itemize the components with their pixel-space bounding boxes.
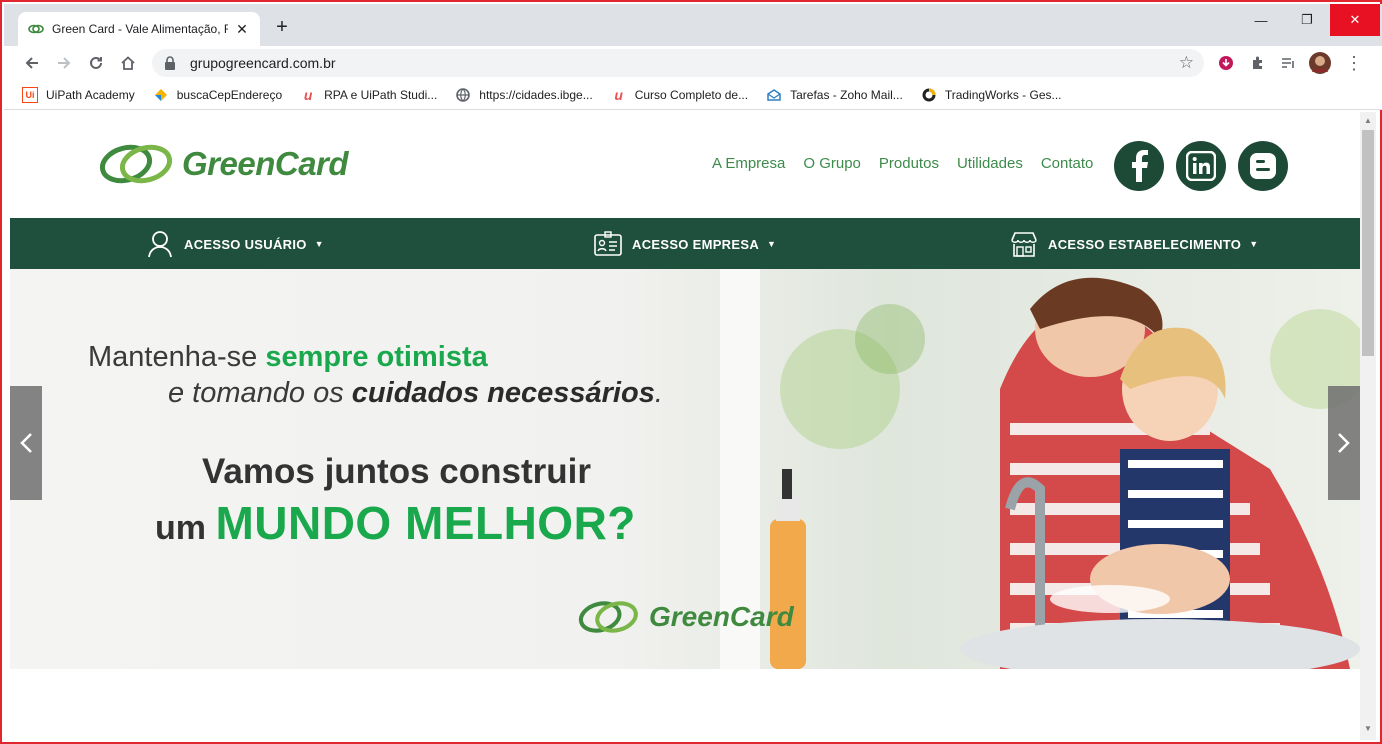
- scroll-thumb[interactable]: [1362, 130, 1374, 356]
- reload-icon[interactable]: [84, 51, 108, 75]
- media-queue-icon[interactable]: [1276, 51, 1300, 75]
- caret-down-icon: ▼: [767, 239, 777, 249]
- browser-toolbar: grupogreencard.com.br ☆ ⋮: [4, 46, 1382, 80]
- browser-window: Green Card - Vale Alimentação, R ✕ + — ❐…: [0, 0, 1382, 744]
- hero-banner: Mantenha-se sempre otimista e tomando os…: [10, 269, 1360, 669]
- forward-arrow-icon[interactable]: [52, 51, 76, 75]
- access-bar: ACESSO USUÁRIO ▼ ACESSO EMPRESA ▼ ACESSO…: [10, 218, 1360, 269]
- download-extension-icon[interactable]: [1214, 51, 1238, 75]
- bookmark-label: Curso Completo de...: [634, 87, 749, 102]
- hero-line-2-suffix: .: [654, 377, 663, 409]
- greencard-logo-icon: [578, 601, 638, 633]
- back-arrow-icon[interactable]: [20, 51, 44, 75]
- store-icon: [1010, 230, 1038, 258]
- nav-produtos[interactable]: Produtos: [879, 155, 939, 172]
- chevron-right-icon: [1338, 433, 1350, 453]
- hero-photo-illustration: [720, 269, 1360, 669]
- udemy-icon: u: [614, 86, 623, 103]
- tab-close-icon[interactable]: ✕: [234, 21, 250, 38]
- page-scrollbar[interactable]: ▲ ▼: [1360, 112, 1376, 740]
- tab-strip: Green Card - Vale Alimentação, R ✕ + — ❐…: [4, 4, 1382, 46]
- bookmark-ibge[interactable]: https://cidades.ibge...: [455, 87, 593, 103]
- caret-down-icon: ▼: [1249, 239, 1259, 249]
- access-usuario-label: ACESSO USUÁRIO: [184, 236, 307, 252]
- greencard-logo[interactable]: GreenCard: [98, 142, 349, 186]
- hero-line-2: e tomando os cuidados necessários.: [168, 377, 663, 410]
- access-usuario-button[interactable]: ACESSO USUÁRIO ▼: [146, 230, 324, 258]
- chevron-left-icon: [20, 433, 32, 453]
- hero-line-2-bold: cuidados necessários: [351, 377, 655, 409]
- nav-utilidades[interactable]: Utilidades: [957, 155, 1023, 172]
- hero-line-4-prefix: um: [155, 509, 216, 547]
- badge-icon: [594, 230, 622, 258]
- new-tab-button[interactable]: +: [270, 16, 294, 39]
- hero-line-4: um MUNDO MELHOR?: [155, 496, 636, 550]
- bookmark-rpa-uipath[interactable]: u RPA e UiPath Studi...: [300, 87, 437, 103]
- scroll-up-icon[interactable]: ▲: [1364, 116, 1372, 125]
- bookmark-zoho-mail[interactable]: Tarefas - Zoho Mail...: [766, 87, 903, 103]
- access-empresa-label: ACESSO EMPRESA: [632, 236, 760, 252]
- udemy-icon: u: [303, 86, 313, 103]
- caret-down-icon: ▼: [314, 239, 324, 249]
- blogger-icon[interactable]: [1238, 141, 1288, 191]
- tab-title: Green Card - Vale Alimentação, R: [52, 22, 228, 36]
- uipath-icon: Ui: [22, 86, 38, 103]
- scroll-down-icon[interactable]: ▼: [1364, 724, 1372, 733]
- mail-icon: [766, 87, 782, 103]
- bookmark-curso-completo[interactable]: u Curso Completo de...: [611, 87, 748, 103]
- nav-o-grupo[interactable]: O Grupo: [803, 155, 861, 172]
- address-bar[interactable]: grupogreencard.com.br ☆: [152, 49, 1204, 77]
- window-close-button[interactable]: ✕: [1330, 4, 1380, 36]
- lock-icon: [164, 56, 178, 70]
- main-nav: A Empresa O Grupo Produtos Utilidades Co…: [712, 155, 1111, 172]
- greencard-logo-icon: [99, 144, 173, 184]
- restore-button[interactable]: ❐: [1284, 4, 1330, 36]
- bookmark-label: buscaCepEndereço: [176, 87, 283, 102]
- hero-line-1: Mantenha-se sempre otimista: [88, 341, 488, 374]
- access-estabelecimento-label: ACESSO ESTABELECIMENTO: [1048, 236, 1242, 252]
- logo-text: GreenCard: [182, 145, 349, 182]
- site-header: GreenCard A Empresa O Grupo Produtos Uti…: [10, 112, 1360, 218]
- bookmark-tradingworks[interactable]: TradingWorks - Ges...: [921, 87, 1062, 103]
- bookmark-uipath-academy[interactable]: Ui UiPath Academy: [22, 86, 135, 103]
- user-icon: [146, 230, 174, 258]
- bookmark-label: TradingWorks - Ges...: [944, 87, 1062, 102]
- nav-a-empresa[interactable]: A Empresa: [712, 155, 785, 172]
- bookmark-busca-cep[interactable]: buscaCepEndereço: [153, 87, 282, 103]
- home-icon[interactable]: [116, 51, 140, 75]
- minimize-button[interactable]: —: [1238, 4, 1284, 36]
- linkedin-icon[interactable]: [1176, 141, 1226, 191]
- hero-line-4-bold: MUNDO MELHOR?: [215, 497, 636, 549]
- greencard-favicon-icon: [28, 21, 44, 37]
- access-estabelecimento-button[interactable]: ACESSO ESTABELECIMENTO ▼: [1010, 230, 1258, 258]
- bookmark-label: UiPath Academy: [46, 87, 135, 102]
- facebook-icon[interactable]: [1114, 141, 1164, 191]
- hero-greencard-logo: GreenCard: [575, 599, 794, 635]
- active-tab[interactable]: Green Card - Vale Alimentação, R ✕: [18, 12, 260, 46]
- bookmark-label: https://cidades.ibge...: [479, 87, 593, 102]
- hero-line-2-prefix: e tomando os: [168, 377, 352, 409]
- hero-logo-text: GreenCard: [649, 601, 794, 632]
- hero-line-1-prefix: Mantenha-se: [88, 341, 266, 373]
- profile-avatar-icon[interactable]: [1308, 51, 1332, 75]
- menu-dots-icon[interactable]: ⋮: [1342, 51, 1366, 75]
- globe-icon: [455, 87, 471, 103]
- bookmark-label: RPA e UiPath Studi...: [324, 87, 438, 102]
- webpage: GreenCard A Empresa O Grupo Produtos Uti…: [10, 112, 1360, 740]
- extensions-puzzle-icon[interactable]: [1246, 51, 1270, 75]
- bookmark-label: Tarefas - Zoho Mail...: [790, 87, 903, 102]
- nav-contato[interactable]: Contato: [1041, 155, 1094, 172]
- carousel-next-button[interactable]: [1328, 386, 1360, 500]
- ring-icon: [921, 87, 937, 103]
- diamond-icon: [153, 87, 169, 103]
- url-text: grupogreencard.com.br: [190, 55, 336, 71]
- access-empresa-button[interactable]: ACESSO EMPRESA ▼: [594, 230, 776, 258]
- hero-line-3: Vamos juntos construir: [202, 452, 591, 491]
- carousel-prev-button[interactable]: [10, 386, 42, 500]
- hero-line-1-bold: sempre otimista: [265, 341, 488, 373]
- bookmarks-bar: Ui UiPath Academy buscaCepEndereço u RPA…: [4, 80, 1382, 110]
- bookmark-star-icon[interactable]: ☆: [1179, 53, 1194, 73]
